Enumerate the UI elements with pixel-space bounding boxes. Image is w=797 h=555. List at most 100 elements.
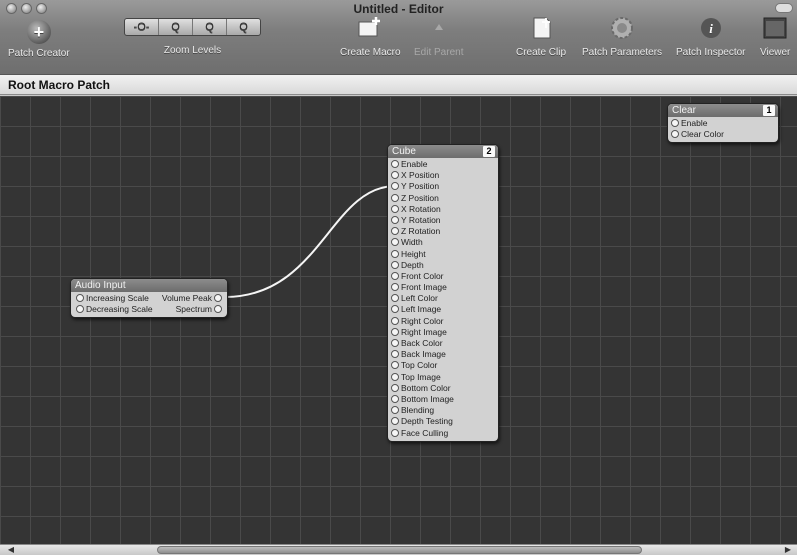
port-label: Bottom Image [401, 393, 454, 404]
port-circle-icon[interactable] [671, 130, 679, 139]
audio-input-patch-header[interactable]: Audio Input [71, 279, 227, 292]
audio-input-patch[interactable]: Audio Input Increasing Scale Volume Peak… [70, 278, 228, 318]
port-circle-icon[interactable] [391, 182, 399, 191]
audio-port-decreasing-scale[interactable]: Decreasing Scale [74, 304, 153, 315]
create-clip-button[interactable]: Create Clip [516, 16, 566, 58]
audio-port-spectrum[interactable]: Spectrum [176, 304, 224, 315]
port-circle-icon[interactable] [391, 417, 399, 426]
cube-port[interactable]: Left Image [388, 304, 498, 315]
port-circle-icon[interactable] [391, 383, 399, 392]
cube-port[interactable]: Enable [388, 159, 498, 170]
port-circle-icon[interactable] [391, 361, 399, 370]
port-circle-icon[interactable] [391, 193, 399, 202]
horizontal-scrollbar[interactable]: ◀ ▶ [0, 544, 797, 555]
cube-port[interactable]: Bottom Color [388, 383, 498, 394]
port-circle-icon[interactable] [391, 316, 399, 325]
cube-port[interactable]: Front Color [388, 271, 498, 282]
port-label: Y Position [401, 181, 440, 192]
port-circle-icon[interactable] [391, 260, 399, 269]
cube-port[interactable]: X Rotation [388, 204, 498, 215]
clear-port-enable[interactable]: Enable [668, 118, 778, 129]
zoom-buttons: -O- Q Q Q [124, 18, 261, 36]
port-circle-icon[interactable] [391, 215, 399, 224]
zoom-in-button[interactable]: Q [193, 19, 227, 35]
cube-port[interactable]: Top Image [388, 372, 498, 383]
cube-port[interactable]: Y Position [388, 181, 498, 192]
edit-parent-button[interactable]: Edit Parent [414, 16, 463, 58]
cube-patch-header[interactable]: Cube 2 [388, 145, 498, 158]
cube-port[interactable]: Bottom Image [388, 394, 498, 405]
clear-port-clear-color[interactable]: Clear Color [668, 129, 778, 140]
port-label: Front Image [401, 282, 447, 293]
cube-port[interactable]: Depth [388, 260, 498, 271]
viewer-button[interactable]: Viewer [760, 16, 790, 58]
cube-port[interactable]: Y Rotation [388, 215, 498, 226]
audio-input-port-row: Increasing Scale Volume Peak [71, 293, 227, 304]
cube-port[interactable]: Height [388, 249, 498, 260]
port-circle-icon[interactable] [671, 119, 679, 127]
cube-port[interactable]: X Position [388, 170, 498, 181]
port-circle-icon[interactable] [391, 283, 399, 292]
port-label: Volume Peak [161, 293, 212, 303]
patch-inspector-button[interactable]: i Patch Inspector [676, 16, 745, 58]
breadcrumb-root[interactable]: Root Macro Patch [8, 78, 110, 92]
zoom-out-button[interactable]: Q [159, 19, 193, 35]
port-circle-icon[interactable] [391, 171, 399, 180]
zoom-actual-size-button[interactable]: -O- [125, 19, 159, 35]
clear-patch-header[interactable]: Clear 1 [668, 104, 778, 117]
cube-port[interactable]: Back Color [388, 338, 498, 349]
toolbar-toggle-button[interactable] [775, 3, 793, 13]
cube-port[interactable]: Z Rotation [388, 226, 498, 237]
port-circle-icon[interactable] [391, 238, 399, 247]
zoom-levels-label: Zoom Levels [163, 45, 222, 56]
port-circle-icon[interactable] [391, 350, 399, 359]
port-label: Enable [681, 118, 708, 128]
port-circle-icon[interactable] [391, 305, 399, 314]
port-circle-icon[interactable] [76, 294, 84, 302]
port-circle-icon[interactable] [391, 372, 399, 381]
cube-port[interactable]: Blending [388, 405, 498, 416]
cube-port[interactable]: Top Color [388, 360, 498, 371]
scroll-right-arrow-icon[interactable]: ▶ [781, 545, 795, 555]
port-circle-icon[interactable] [391, 339, 399, 347]
cube-port[interactable]: Back Image [388, 349, 498, 360]
scroll-left-arrow-icon[interactable]: ◀ [4, 545, 18, 555]
port-circle-icon[interactable] [391, 227, 399, 236]
cube-port[interactable]: Width [388, 237, 498, 248]
patch-editor-canvas[interactable]: Clear 1 Enable Clear Color Cube 2 Enable… [0, 96, 797, 544]
audio-port-increasing-scale[interactable]: Increasing Scale [74, 293, 149, 304]
port-circle-icon[interactable] [391, 204, 399, 213]
port-circle-icon[interactable] [76, 305, 84, 313]
port-circle-icon[interactable] [391, 406, 399, 415]
port-circle-icon[interactable] [391, 160, 399, 168]
port-circle-icon[interactable] [391, 294, 399, 303]
clear-patch-ports: Enable Clear Color [668, 117, 778, 142]
cube-port[interactable]: Left Color [388, 293, 498, 304]
port-circle-icon[interactable] [391, 271, 399, 280]
cube-port[interactable]: Depth Testing [388, 416, 498, 427]
zoom-fit-button[interactable]: Q [227, 19, 260, 35]
cube-port[interactable]: Right Image [388, 327, 498, 338]
create-clip-label: Create Clip [516, 47, 567, 58]
cube-port[interactable]: Z Position [388, 193, 498, 204]
cube-port[interactable]: Front Image [388, 282, 498, 293]
port-circle-icon[interactable] [391, 428, 399, 437]
cube-port[interactable]: Right Color [388, 316, 498, 327]
audio-port-volume-peak[interactable]: Volume Peak [162, 293, 224, 304]
patch-parameters-button[interactable]: Patch Parameters [582, 16, 662, 58]
cube-port[interactable]: Face Culling [388, 428, 498, 439]
port-label: Back Image [401, 349, 446, 360]
cube-patch[interactable]: Cube 2 Enable X Position Y Position Z Posit… [387, 144, 499, 442]
clear-patch[interactable]: Clear 1 Enable Clear Color [667, 103, 779, 144]
port-circle-icon[interactable] [214, 305, 222, 313]
scrollbar-thumb[interactable] [157, 546, 642, 554]
port-circle-icon[interactable] [391, 394, 399, 403]
plus-icon: + [26, 20, 51, 44]
create-macro-button[interactable]: Create Macro [340, 16, 401, 58]
port-circle-icon[interactable] [391, 249, 399, 258]
patch-creator-button[interactable]: + Patch Creator [8, 20, 70, 59]
svg-text:i: i [709, 21, 713, 36]
port-circle-icon[interactable] [214, 294, 222, 302]
title-toolbar: Untitled - Editor + Patch Creator -O- Q … [0, 0, 797, 75]
port-circle-icon[interactable] [391, 327, 399, 336]
